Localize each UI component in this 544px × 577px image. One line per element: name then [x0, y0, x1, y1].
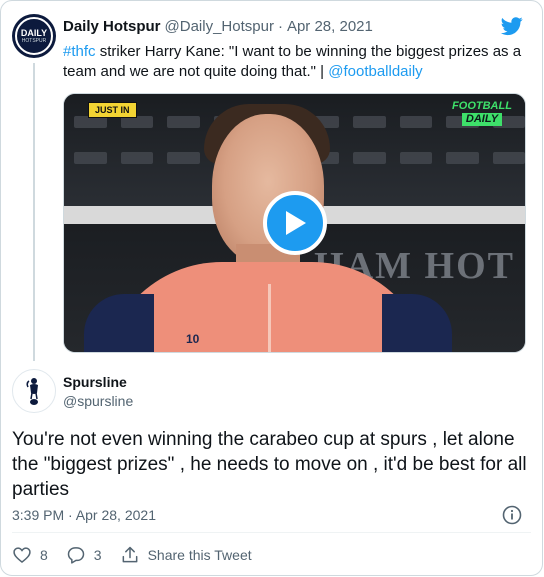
tweet-actions-bar: 8 3 Share this Tweet	[12, 544, 252, 566]
parent-tweet-header: Daily Hotspur @Daily_Hotspur · Apr 28, 2…	[63, 16, 373, 36]
parent-tweet-text: #thfc striker Harry Kane: "I want to be …	[63, 42, 533, 82]
mention-footballdaily-link[interactable]: @footballdaily	[328, 63, 422, 80]
heart-icon	[13, 547, 31, 564]
play-icon	[286, 211, 306, 235]
player-zip	[268, 284, 271, 352]
tweet-card: DAILY HOTSPUR Daily Hotspur @Daily_Hotsp…	[0, 0, 543, 576]
share-button[interactable]: Share this Tweet	[120, 545, 252, 565]
video-thumbnail[interactable]: HAM HOT 10 JUST IN FOOTBALL DAILY	[63, 93, 526, 353]
parent-author-name[interactable]: Daily Hotspur	[63, 18, 161, 35]
cockerel-logo-icon	[26, 378, 38, 405]
football-daily-logo-line2: DAILY	[461, 113, 503, 126]
thread-connector-line	[33, 63, 35, 361]
reply-count: 3	[93, 547, 102, 563]
reply-tweet-text: You're not even winning the carabeo cup …	[12, 429, 527, 500]
shirt-number: 10	[186, 332, 200, 346]
parent-tweet-body: striker Harry Kane: "I want to be winnin…	[63, 43, 522, 80]
header-separator: ·	[277, 17, 283, 35]
share-label: Share this Tweet	[147, 547, 252, 563]
share-icon	[122, 546, 138, 563]
avatar-logo-line1: DAILY	[20, 27, 48, 38]
reply-timestamp[interactable]: 3:39 PM · Apr 28, 2021	[12, 507, 156, 523]
hashtag-thfc-link[interactable]: #thfc	[63, 43, 96, 60]
daily-hotspur-avatar[interactable]: DAILY HOTSPUR	[12, 14, 56, 58]
just-in-badge: JUST IN	[88, 102, 137, 118]
video-play-button[interactable]	[263, 191, 327, 255]
comment-icon	[67, 547, 85, 564]
football-daily-logo-line1: FOOTBALL	[452, 100, 512, 112]
avatar-logo-line2: HOTSPUR	[21, 37, 47, 44]
parent-tweet-date[interactable]: Apr 28, 2021	[287, 18, 373, 35]
reply-author-handle[interactable]: @spursline	[63, 393, 133, 409]
parent-author-handle[interactable]: @Daily_Hotspur	[165, 18, 274, 35]
like-button[interactable]: 8	[12, 545, 48, 565]
reply-author-name[interactable]: Spursline	[63, 374, 127, 390]
spursline-avatar[interactable]	[12, 369, 56, 413]
info-icon[interactable]	[502, 505, 522, 525]
like-count: 8	[40, 547, 48, 563]
avatar-ring: DAILY HOTSPUR	[15, 17, 53, 55]
twitter-bird-icon[interactable]	[500, 15, 524, 37]
reply-button[interactable]: 3	[66, 545, 102, 565]
football-daily-logo: FOOTBALL DAILY	[447, 100, 517, 126]
actions-divider	[12, 532, 531, 533]
